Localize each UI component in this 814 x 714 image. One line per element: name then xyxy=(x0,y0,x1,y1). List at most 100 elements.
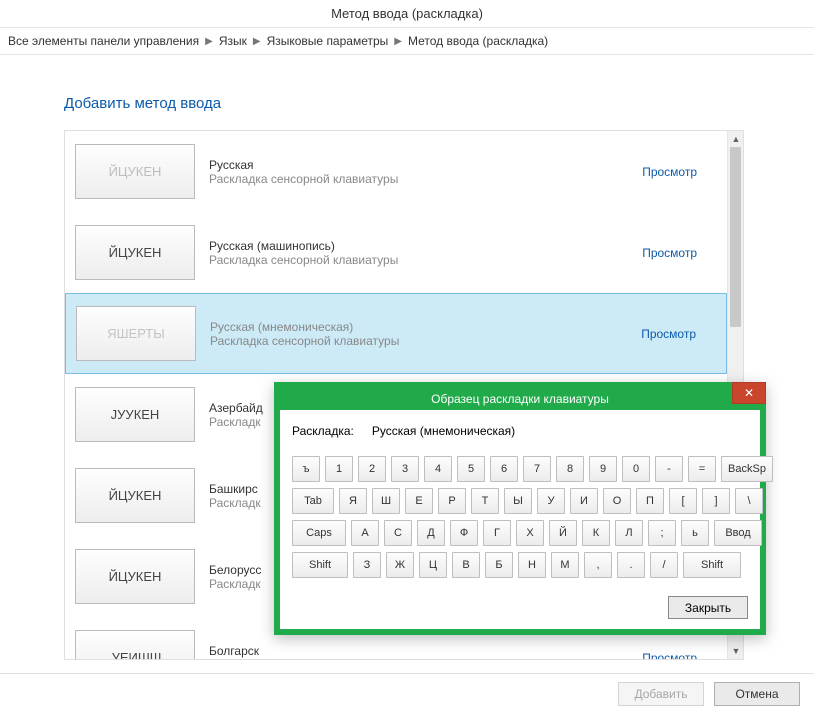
key: Shift xyxy=(292,552,348,578)
row-text: Русская Раскладка сенсорной клавиатуры xyxy=(209,158,628,186)
page-heading: Добавить метод ввода xyxy=(64,95,750,112)
window-title: Метод ввода (раскладка) xyxy=(0,0,814,27)
preview-link[interactable]: Просмотр xyxy=(641,327,696,341)
key: Н xyxy=(518,552,546,578)
breadcrumb: Все элементы панели управления ▶ Язык ▶ … xyxy=(0,27,814,55)
keyboard-tile: ЈУУКЕН xyxy=(75,387,195,442)
input-method-row[interactable]: ЙЦУКЕН Русская Раскладка сенсорной клави… xyxy=(65,131,727,212)
key: 0 xyxy=(622,456,650,482)
key: . xyxy=(617,552,645,578)
key: Х xyxy=(516,520,544,546)
key: Б xyxy=(485,552,513,578)
key: Т xyxy=(471,488,499,514)
keyboard-tile: ЙЦУКЕН xyxy=(75,144,195,199)
key: 9 xyxy=(589,456,617,482)
key: Ж xyxy=(386,552,414,578)
key: Ввод xyxy=(714,520,762,546)
layout-label: Раскладка: xyxy=(292,424,354,438)
key: - xyxy=(655,456,683,482)
key: ъ xyxy=(292,456,320,482)
key: С xyxy=(384,520,412,546)
key: Caps xyxy=(292,520,346,546)
key: ; xyxy=(648,520,676,546)
key: , xyxy=(584,552,612,578)
cancel-button[interactable]: Отмена xyxy=(714,682,800,706)
key: Tab xyxy=(292,488,334,514)
key: 3 xyxy=(391,456,419,482)
breadcrumb-item[interactable]: Метод ввода (раскладка) xyxy=(408,34,548,48)
scroll-thumb[interactable] xyxy=(730,147,741,327)
row-title: Болгарск xyxy=(209,644,628,658)
key: 6 xyxy=(490,456,518,482)
key: К xyxy=(582,520,610,546)
breadcrumb-item[interactable]: Все элементы панели управления xyxy=(8,34,199,48)
key: Ф xyxy=(450,520,478,546)
key: Г xyxy=(483,520,511,546)
keyboard-tile: ,УЕИШЩ xyxy=(75,630,195,659)
keyboard-tile: ЯШЕРТЫ xyxy=(76,306,196,361)
close-button[interactable]: Закрыть xyxy=(668,596,748,619)
preview-link[interactable]: Просмотр xyxy=(642,651,697,660)
row-subtitle: Раскладка сенсорной клавиатуры xyxy=(210,334,627,348)
row-text: Болгарск Раскладка сенсорной клавиатуры xyxy=(209,644,628,660)
close-icon[interactable]: ✕ xyxy=(732,382,766,404)
key: = xyxy=(688,456,716,482)
key: Л xyxy=(615,520,643,546)
key: Й xyxy=(549,520,577,546)
key: Shift xyxy=(683,552,741,578)
popup-title: Образец раскладки клавиатуры xyxy=(431,392,609,406)
key: 4 xyxy=(424,456,452,482)
row-title: Русская (мнемоническая) xyxy=(210,320,627,334)
key: Ш xyxy=(372,488,400,514)
dialog-footer: Добавить Отмена xyxy=(0,673,814,714)
keyboard-preview: ъ1234567890-=BackSp TabЯШЕРТЫУИОП[]\ Cap… xyxy=(292,456,748,578)
row-title: Русская xyxy=(209,158,628,172)
breadcrumb-item[interactable]: Язык xyxy=(219,34,247,48)
row-text: Русская (машинопись) Раскладка сенсорной… xyxy=(209,239,628,267)
popup-titlebar[interactable]: Образец раскладки клавиатуры ✕ xyxy=(280,388,760,410)
key: 7 xyxy=(523,456,551,482)
key: И xyxy=(570,488,598,514)
input-method-row[interactable]: ЯШЕРТЫ Русская (мнемоническая) Раскладка… xyxy=(65,293,727,374)
row-title: Русская (машинопись) xyxy=(209,239,628,253)
key: BackSp xyxy=(721,456,773,482)
key: ь xyxy=(681,520,709,546)
chevron-right-icon: ▶ xyxy=(394,36,402,47)
key: 5 xyxy=(457,456,485,482)
scroll-up-icon[interactable]: ▲ xyxy=(728,131,744,147)
key: А xyxy=(351,520,379,546)
chevron-right-icon: ▶ xyxy=(205,36,213,47)
input-method-row[interactable]: ЙЦУКЕН Русская (машинопись) Раскладка се… xyxy=(65,212,727,293)
keyboard-tile: ЙЦУКЕН xyxy=(75,549,195,604)
key: М xyxy=(551,552,579,578)
key: П xyxy=(636,488,664,514)
keyboard-preview-popup: Образец раскладки клавиатуры ✕ Раскладка… xyxy=(274,382,766,635)
key: 1 xyxy=(325,456,353,482)
scroll-down-icon[interactable]: ▼ xyxy=(728,643,744,659)
add-button[interactable]: Добавить xyxy=(618,682,704,706)
preview-link[interactable]: Просмотр xyxy=(642,165,697,179)
preview-link[interactable]: Просмотр xyxy=(642,246,697,260)
keyboard-tile: ЙЦУКЕН xyxy=(75,225,195,280)
keyboard-tile: ЙЦУКЕН xyxy=(75,468,195,523)
chevron-right-icon: ▶ xyxy=(253,36,261,47)
key: Я xyxy=(339,488,367,514)
key: З xyxy=(353,552,381,578)
key: [ xyxy=(669,488,697,514)
key: В xyxy=(452,552,480,578)
breadcrumb-item[interactable]: Языковые параметры xyxy=(267,34,389,48)
key: У xyxy=(537,488,565,514)
row-subtitle: Раскладка сенсорной клавиатуры xyxy=(209,658,628,660)
key: Ы xyxy=(504,488,532,514)
layout-name: Русская (мнемоническая) xyxy=(372,424,515,438)
key: 8 xyxy=(556,456,584,482)
key: \ xyxy=(735,488,763,514)
key: Ц xyxy=(419,552,447,578)
row-text: Русская (мнемоническая) Раскладка сенсор… xyxy=(210,320,627,348)
key: Д xyxy=(417,520,445,546)
row-subtitle: Раскладка сенсорной клавиатуры xyxy=(209,172,628,186)
key: О xyxy=(603,488,631,514)
key: Е xyxy=(405,488,433,514)
key: Р xyxy=(438,488,466,514)
key: / xyxy=(650,552,678,578)
